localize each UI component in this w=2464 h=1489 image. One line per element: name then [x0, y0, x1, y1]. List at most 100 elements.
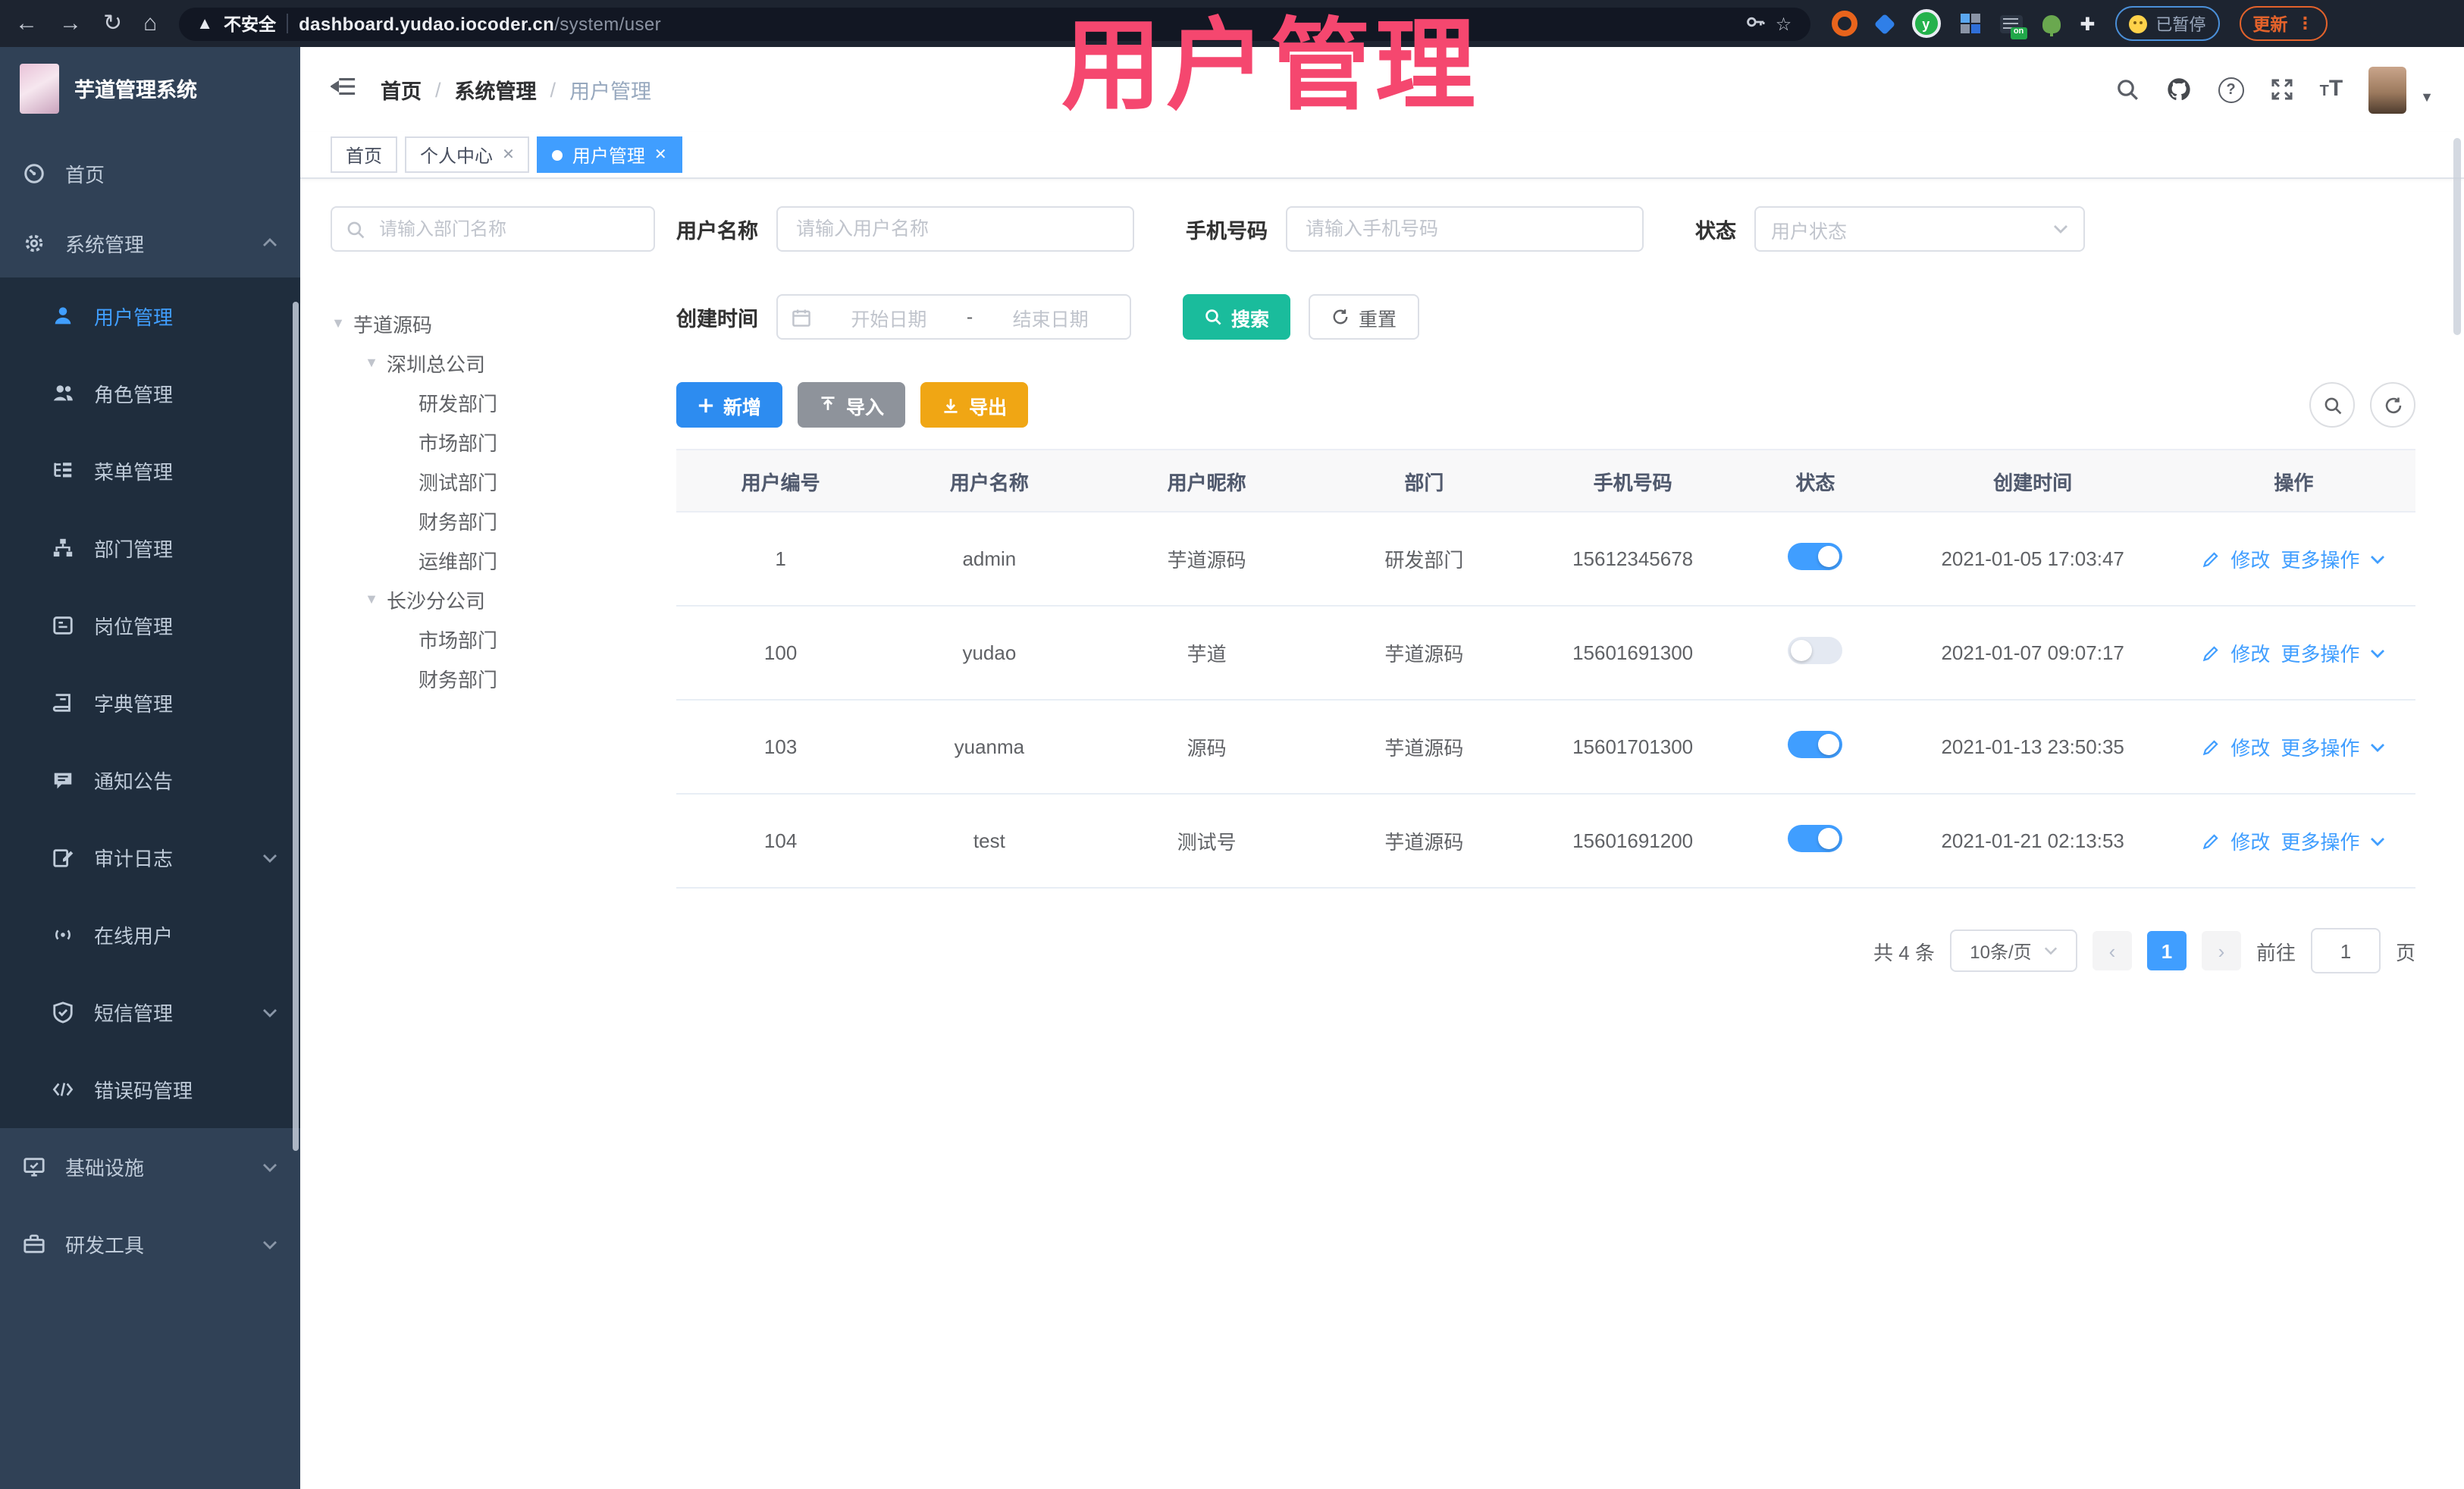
extensions-puzzle-icon[interactable]: ✚	[2080, 13, 2095, 34]
export-button[interactable]: 导出	[920, 382, 1029, 428]
close-icon[interactable]: ✕	[654, 146, 667, 163]
header-search-icon[interactable]	[2115, 77, 2140, 102]
edit-link[interactable]: 修改	[2230, 732, 2270, 761]
edit-link[interactable]: 修改	[2230, 638, 2270, 667]
extension-key-icon[interactable]	[2042, 14, 2061, 36]
bookmark-star-icon[interactable]: ☆	[1776, 13, 1792, 34]
username-field[interactable]	[776, 206, 1134, 252]
refresh-icon	[1333, 309, 1348, 324]
refresh-table-button[interactable]	[2370, 382, 2415, 428]
status-toggle[interactable]	[1788, 731, 1843, 758]
import-button[interactable]: 导入	[798, 382, 906, 428]
tree-node[interactable]: 财务部门	[331, 500, 655, 540]
reload-icon[interactable]: ↻	[103, 12, 122, 35]
tree-node[interactable]: 财务部门	[331, 658, 655, 697]
avatar-caret-icon[interactable]: ▼	[2420, 89, 2434, 105]
tab-user-management[interactable]: 用户管理 ✕	[537, 136, 682, 173]
next-page-button[interactable]: ›	[2201, 931, 2241, 970]
extension-gem-icon[interactable]	[1873, 12, 1895, 35]
tree-node[interactable]: 市场部门	[331, 422, 655, 461]
add-button[interactable]: 新增	[676, 382, 783, 428]
sidebar-item-devtools[interactable]: 研发工具	[0, 1205, 300, 1283]
help-icon[interactable]: ?	[2218, 77, 2244, 102]
extension-switch-icon[interactable]: on	[1999, 14, 2027, 39]
prev-page-button[interactable]: ‹	[2092, 931, 2132, 970]
page-number-button[interactable]: 1	[2146, 931, 2187, 970]
more-actions-link[interactable]: 更多操作	[2281, 638, 2359, 667]
tree-node[interactable]: 研发部门	[331, 382, 655, 422]
tab-profile[interactable]: 个人中心 ✕	[405, 136, 530, 173]
date-end-placeholder[interactable]: 结束日期	[985, 303, 1116, 331]
date-start-placeholder[interactable]: 开始日期	[823, 303, 955, 331]
url-text[interactable]: dashboard.yudao.iocoder.cn/system/user	[299, 13, 661, 34]
fullscreen-icon[interactable]	[2270, 77, 2294, 102]
sidebar-item-infrastructure[interactable]: 基础设施	[0, 1128, 300, 1205]
sidebar-item-audit-log[interactable]: 审计日志	[0, 819, 300, 896]
date-range-picker[interactable]: 开始日期 - 结束日期	[776, 294, 1131, 340]
sidebar-item-system[interactable]: 系统管理	[0, 208, 300, 277]
tree-node[interactable]: 市场部门	[331, 619, 655, 658]
browser-update-button[interactable]: 更新 ⋮	[2239, 6, 2328, 41]
sidebar-scrollbar[interactable]	[293, 302, 299, 1151]
status-select[interactable]: 用户状态	[1754, 206, 2085, 252]
sidebar-item-online-users[interactable]: 在线用户	[0, 896, 300, 973]
reset-button[interactable]: 重置	[1309, 294, 1420, 340]
status-toggle[interactable]	[1788, 825, 1843, 852]
sidebar-item-roles[interactable]: 角色管理	[0, 355, 300, 432]
github-icon[interactable]	[2165, 76, 2193, 103]
mobile-field[interactable]	[1286, 206, 1644, 252]
status-toggle[interactable]	[1788, 637, 1843, 664]
sidebar-item-error-codes[interactable]: 错误码管理	[0, 1051, 300, 1128]
collapse-sidebar-icon[interactable]	[329, 75, 356, 104]
sidebar-item-posts[interactable]: 岗位管理	[0, 587, 300, 664]
browser-menu-icon[interactable]: ⋮	[2296, 14, 2313, 33]
user-avatar[interactable]	[2368, 66, 2407, 113]
breadcrumb-home[interactable]: 首页	[381, 74, 422, 105]
sidebar-item-home[interactable]: 首页	[0, 138, 300, 208]
tree-node[interactable]: ▼ 深圳总公司	[331, 343, 655, 382]
caret-down-icon[interactable]: ▼	[364, 591, 379, 607]
address-bar[interactable]: ▲ 不安全 dashboard.yudao.iocoder.cn/system/…	[178, 7, 1810, 40]
home-icon[interactable]: ⌂	[143, 12, 157, 35]
search-button[interactable]: 搜索	[1183, 294, 1291, 340]
extension-ubuntu-icon[interactable]	[1831, 11, 1857, 36]
extension-grid-icon[interactable]	[1960, 14, 1980, 33]
browser-profile-chip[interactable]: 已暂停	[2114, 6, 2220, 41]
status-toggle[interactable]	[1788, 543, 1843, 570]
caret-down-icon[interactable]: ▼	[331, 315, 346, 331]
password-key-icon[interactable]	[1745, 11, 1765, 36]
tree-node[interactable]: 测试部门	[331, 461, 655, 500]
sidebar-item-sms[interactable]: 短信管理	[0, 973, 300, 1051]
tree-node[interactable]: ▼ 芋道源码	[331, 303, 655, 343]
page-size-select[interactable]: 10条/页	[1949, 929, 2077, 972]
app-logo[interactable]: 芋道管理系统	[0, 47, 300, 129]
goto-page-input[interactable]	[2310, 928, 2381, 973]
dept-search-input[interactable]	[376, 217, 640, 241]
page-scrollbar[interactable]	[2453, 138, 2461, 335]
edit-link[interactable]: 修改	[2230, 544, 2270, 573]
mobile-input[interactable]	[1303, 217, 1627, 241]
tree-node[interactable]: ▼ 长沙分公司	[331, 579, 655, 619]
username-input[interactable]	[793, 217, 1118, 241]
back-icon[interactable]: ←	[15, 12, 38, 35]
close-icon[interactable]: ✕	[502, 146, 515, 163]
tab-home[interactable]: 首页	[331, 136, 398, 173]
dept-search-box[interactable]	[331, 206, 655, 252]
tree-node[interactable]: 运维部门	[331, 540, 655, 579]
edit-link[interactable]: 修改	[2230, 826, 2270, 855]
sidebar-item-notice[interactable]: 通知公告	[0, 741, 300, 819]
font-size-icon[interactable]: TT	[2320, 76, 2343, 103]
more-actions-link[interactable]: 更多操作	[2281, 544, 2359, 573]
extension-y-icon[interactable]: y	[1911, 9, 1941, 38]
more-actions-link[interactable]: 更多操作	[2281, 732, 2359, 761]
toggle-search-button[interactable]	[2309, 382, 2355, 428]
caret-down-icon[interactable]: ▼	[364, 355, 379, 370]
more-actions-link[interactable]: 更多操作	[2281, 826, 2359, 855]
security-label[interactable]: 不安全	[224, 11, 276, 36]
sidebar-item-dict[interactable]: 字典管理	[0, 664, 300, 741]
sidebar-item-menus[interactable]: 菜单管理	[0, 432, 300, 509]
forward-icon[interactable]: →	[59, 12, 82, 35]
breadcrumb-system[interactable]: 系统管理	[455, 74, 537, 105]
sidebar-item-departments[interactable]: 部门管理	[0, 509, 300, 587]
sidebar-item-users[interactable]: 用户管理	[0, 277, 300, 355]
